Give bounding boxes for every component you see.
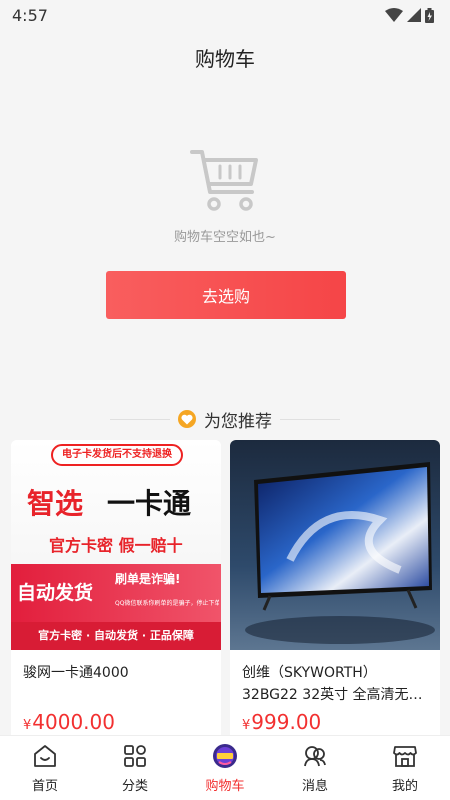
- recommend-title: 为您推荐: [204, 411, 272, 432]
- tab-label: 消息: [301, 779, 328, 794]
- product-image-text: 官方卡密 假一赔十: [49, 536, 183, 555]
- tab-home[interactable]: 首页: [0, 736, 90, 800]
- empty-cart-message: 购物车空空如也~: [174, 230, 276, 245]
- product-image-text: QQ微信联系你刷单的是骗子，停止下单!: [115, 600, 219, 607]
- page-title: 购物车: [195, 46, 255, 71]
- product-image-text: 刷单是诈骗!: [115, 572, 181, 586]
- price-value: 999.00: [251, 710, 322, 734]
- tab-label: 购物车: [205, 779, 245, 794]
- status-time: 4:57: [12, 5, 48, 25]
- recommend-header: 为您推荐: [0, 404, 450, 434]
- product-image-text: 一卡通: [107, 487, 192, 520]
- go-shopping-button[interactable]: 去选购: [106, 271, 346, 319]
- wifi-icon: [385, 8, 403, 22]
- product-image: 电子卡发货后不支持退换 智选 一卡通 官方卡密 假一赔十 自动发货 刷单是诈骗!…: [11, 440, 221, 650]
- status-icons: [385, 7, 434, 23]
- tab-messages[interactable]: 消息: [270, 736, 360, 800]
- product-image: [230, 440, 440, 650]
- product-name: 创维（SKYWORTH）32BG22 32英寸 全高清无…: [242, 665, 423, 703]
- store-icon: [393, 746, 417, 767]
- currency-symbol: ¥: [23, 718, 32, 733]
- tv-image: [245, 462, 435, 644]
- divider: [110, 418, 170, 420]
- product-image-text: 自动发货: [17, 582, 94, 604]
- product-image-text: 官方卡密 · 自动发货 · 正品保障: [11, 622, 221, 650]
- signal-icon: [407, 8, 421, 22]
- category-icon: [124, 745, 146, 767]
- tab-cart[interactable]: 购物车: [180, 736, 270, 800]
- tab-mine[interactable]: 我的: [360, 736, 450, 800]
- tab-label: 分类: [121, 779, 148, 794]
- product-image-text: 智选: [27, 487, 84, 520]
- message-icon: [304, 746, 326, 767]
- product-price: ¥4000.00: [23, 710, 115, 734]
- divider: [280, 418, 340, 420]
- product-name: 骏网一卡通4000: [23, 665, 129, 681]
- tab-category[interactable]: 分类: [90, 736, 180, 800]
- status-bar: 4:57: [0, 0, 450, 30]
- home-icon: [34, 745, 56, 767]
- heart-icon: [178, 410, 196, 428]
- tab-label: 我的: [391, 779, 418, 794]
- price-value: 4000.00: [32, 710, 115, 734]
- product-card[interactable]: 创维（SKYWORTH）32BG22 32英寸 全高清无… ¥999.00: [230, 440, 440, 740]
- product-card[interactable]: 电子卡发货后不支持退换 智选 一卡通 官方卡密 假一赔十 自动发货 刷单是诈骗!…: [11, 440, 221, 740]
- currency-symbol: ¥: [242, 718, 251, 733]
- bottom-tab-bar: 首页 分类 购物车 消息 我的: [0, 735, 450, 800]
- product-badge: 电子卡发货后不支持退换: [51, 444, 183, 466]
- battery-icon: [425, 7, 434, 23]
- page-header: 购物车: [0, 30, 450, 84]
- empty-cart-icon: [190, 150, 258, 211]
- tab-label: 首页: [31, 779, 58, 794]
- product-price: ¥999.00: [242, 710, 321, 734]
- cart-badge-icon: [213, 744, 237, 768]
